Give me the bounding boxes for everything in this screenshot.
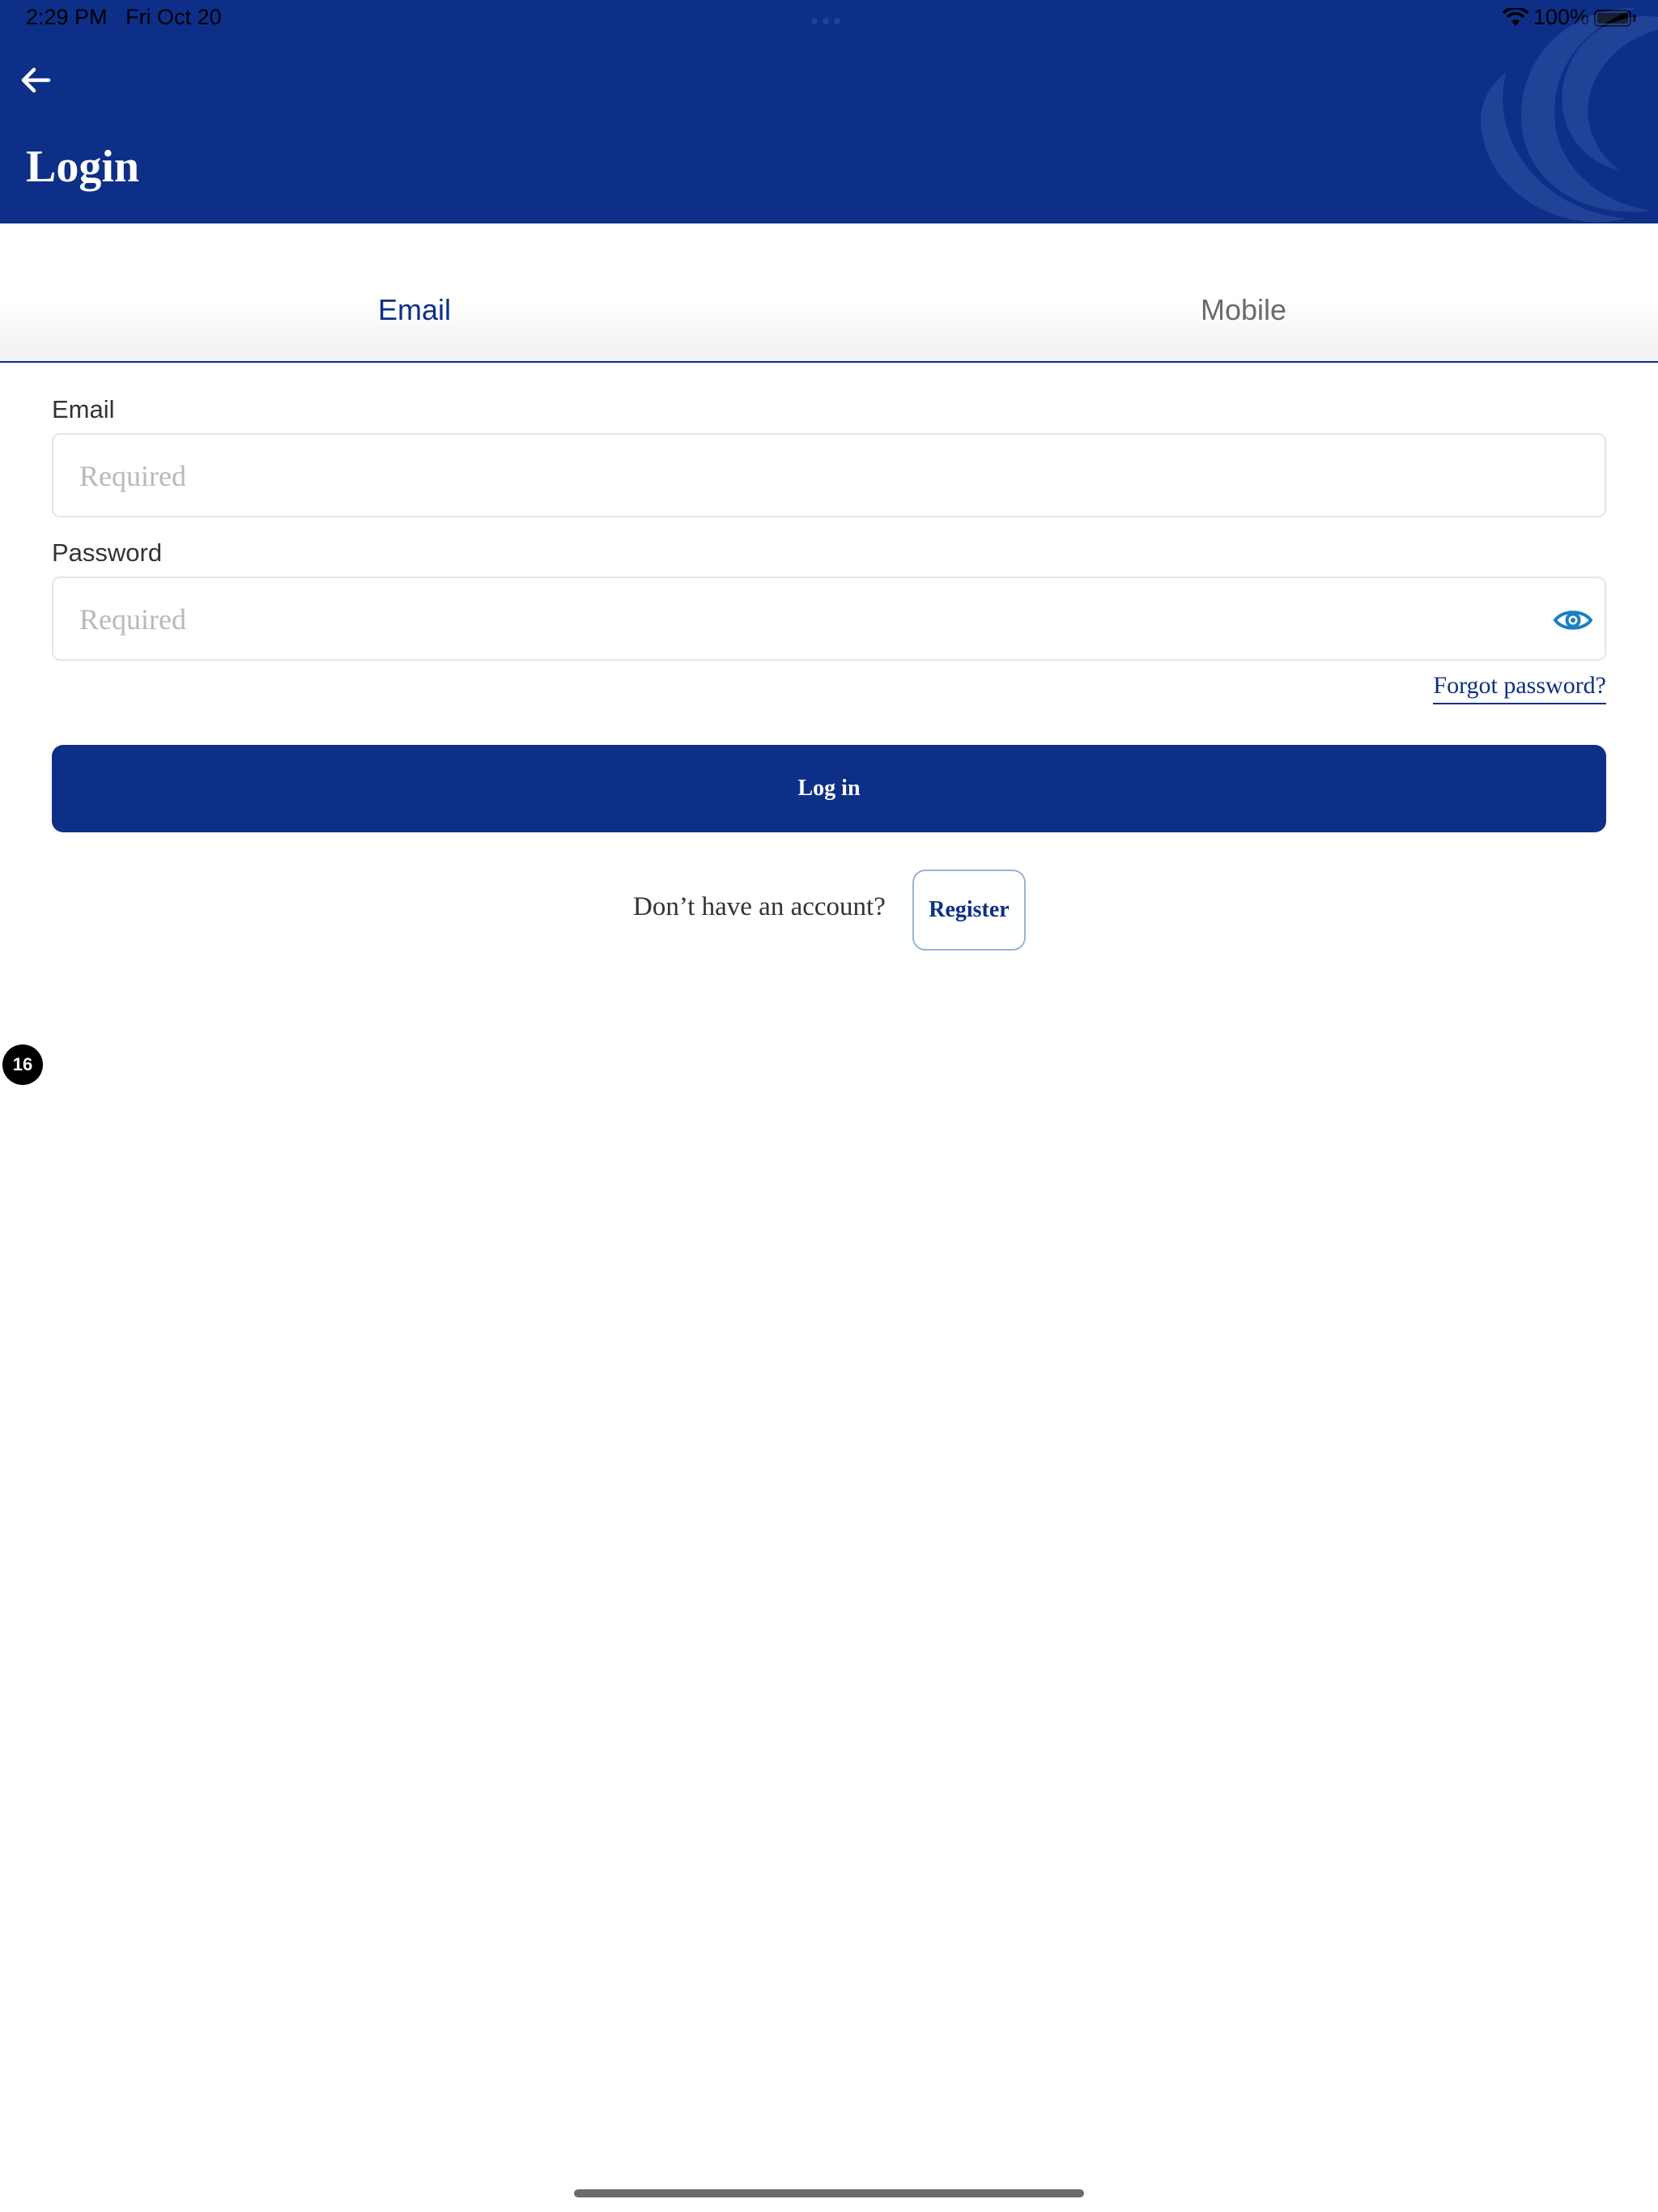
back-arrow-icon[interactable] <box>15 60 57 102</box>
status-time-date: 2:29 PM Fri Oct 20 <box>26 5 222 30</box>
home-indicator[interactable] <box>574 2189 1084 2197</box>
brand-swirl-logo <box>1481 8 1658 223</box>
multitasking-dots-icon[interactable] <box>811 14 847 24</box>
register-button[interactable]: Register <box>912 870 1026 951</box>
page-title: Login <box>26 142 140 192</box>
status-bar: 2:29 PM Fri Oct 20 100% <box>0 0 1658 37</box>
email-label: Email <box>52 395 115 423</box>
password-label: Password <box>52 538 163 567</box>
forgot-password-link[interactable]: Forgot password? <box>1433 672 1606 704</box>
eye-icon[interactable] <box>1553 606 1593 635</box>
password-input[interactable] <box>78 578 1522 661</box>
password-field-box <box>52 576 1606 661</box>
no-account-text: Don’t have an account? <box>633 892 886 921</box>
status-date: Fri Oct 20 <box>125 5 222 29</box>
email-field-box <box>52 433 1606 517</box>
app-header: 2:29 PM Fri Oct 20 100% Login <box>0 0 1658 223</box>
tab-mobile[interactable]: Mobile <box>829 223 1658 361</box>
register-row: Don’t have an account? Register <box>0 870 1658 952</box>
login-method-tabs: Email Mobile <box>0 223 1658 363</box>
tab-email[interactable]: Email <box>0 223 829 361</box>
status-time: 2:29 PM <box>26 5 108 29</box>
email-input[interactable] <box>78 435 1522 517</box>
login-button[interactable]: Log in <box>52 745 1606 832</box>
notification-badge[interactable]: 16 <box>2 1044 43 1085</box>
